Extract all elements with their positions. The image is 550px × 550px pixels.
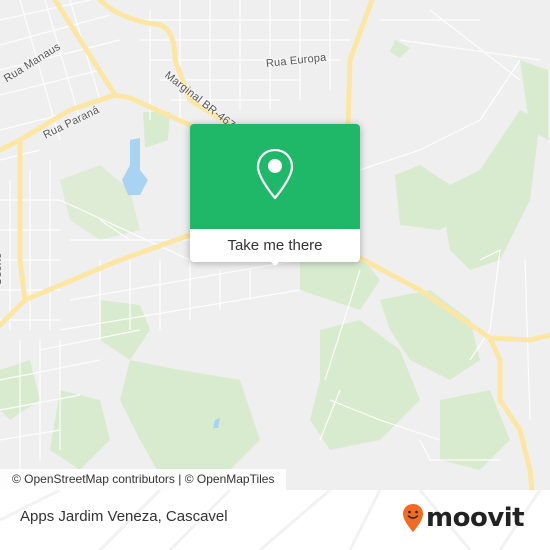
popup-header: [190, 124, 360, 229]
place-name: Apps Jardim Veneza, Cascavel: [20, 508, 228, 525]
location-popup: Take me there: [190, 124, 360, 266]
moovit-logo[interactable]: moovit: [402, 503, 525, 533]
moovit-smiley-pin-icon: [403, 504, 423, 532]
map-view[interactable]: Rua Manaus Rua Paraná Marginal BR-467 Ru…: [0, 0, 550, 490]
lake: [122, 138, 148, 195]
street-label-osorio: Osório: [0, 252, 4, 286]
popup-pointer: [267, 258, 283, 266]
map-attribution[interactable]: © OpenStreetMap contributors | © OpenMap…: [0, 469, 287, 490]
moovit-wordmark: moovit: [426, 503, 525, 533]
map-pin-icon: [256, 148, 294, 200]
footer-bar: Apps Jardim Veneza, Cascavel moovit: [0, 490, 550, 550]
